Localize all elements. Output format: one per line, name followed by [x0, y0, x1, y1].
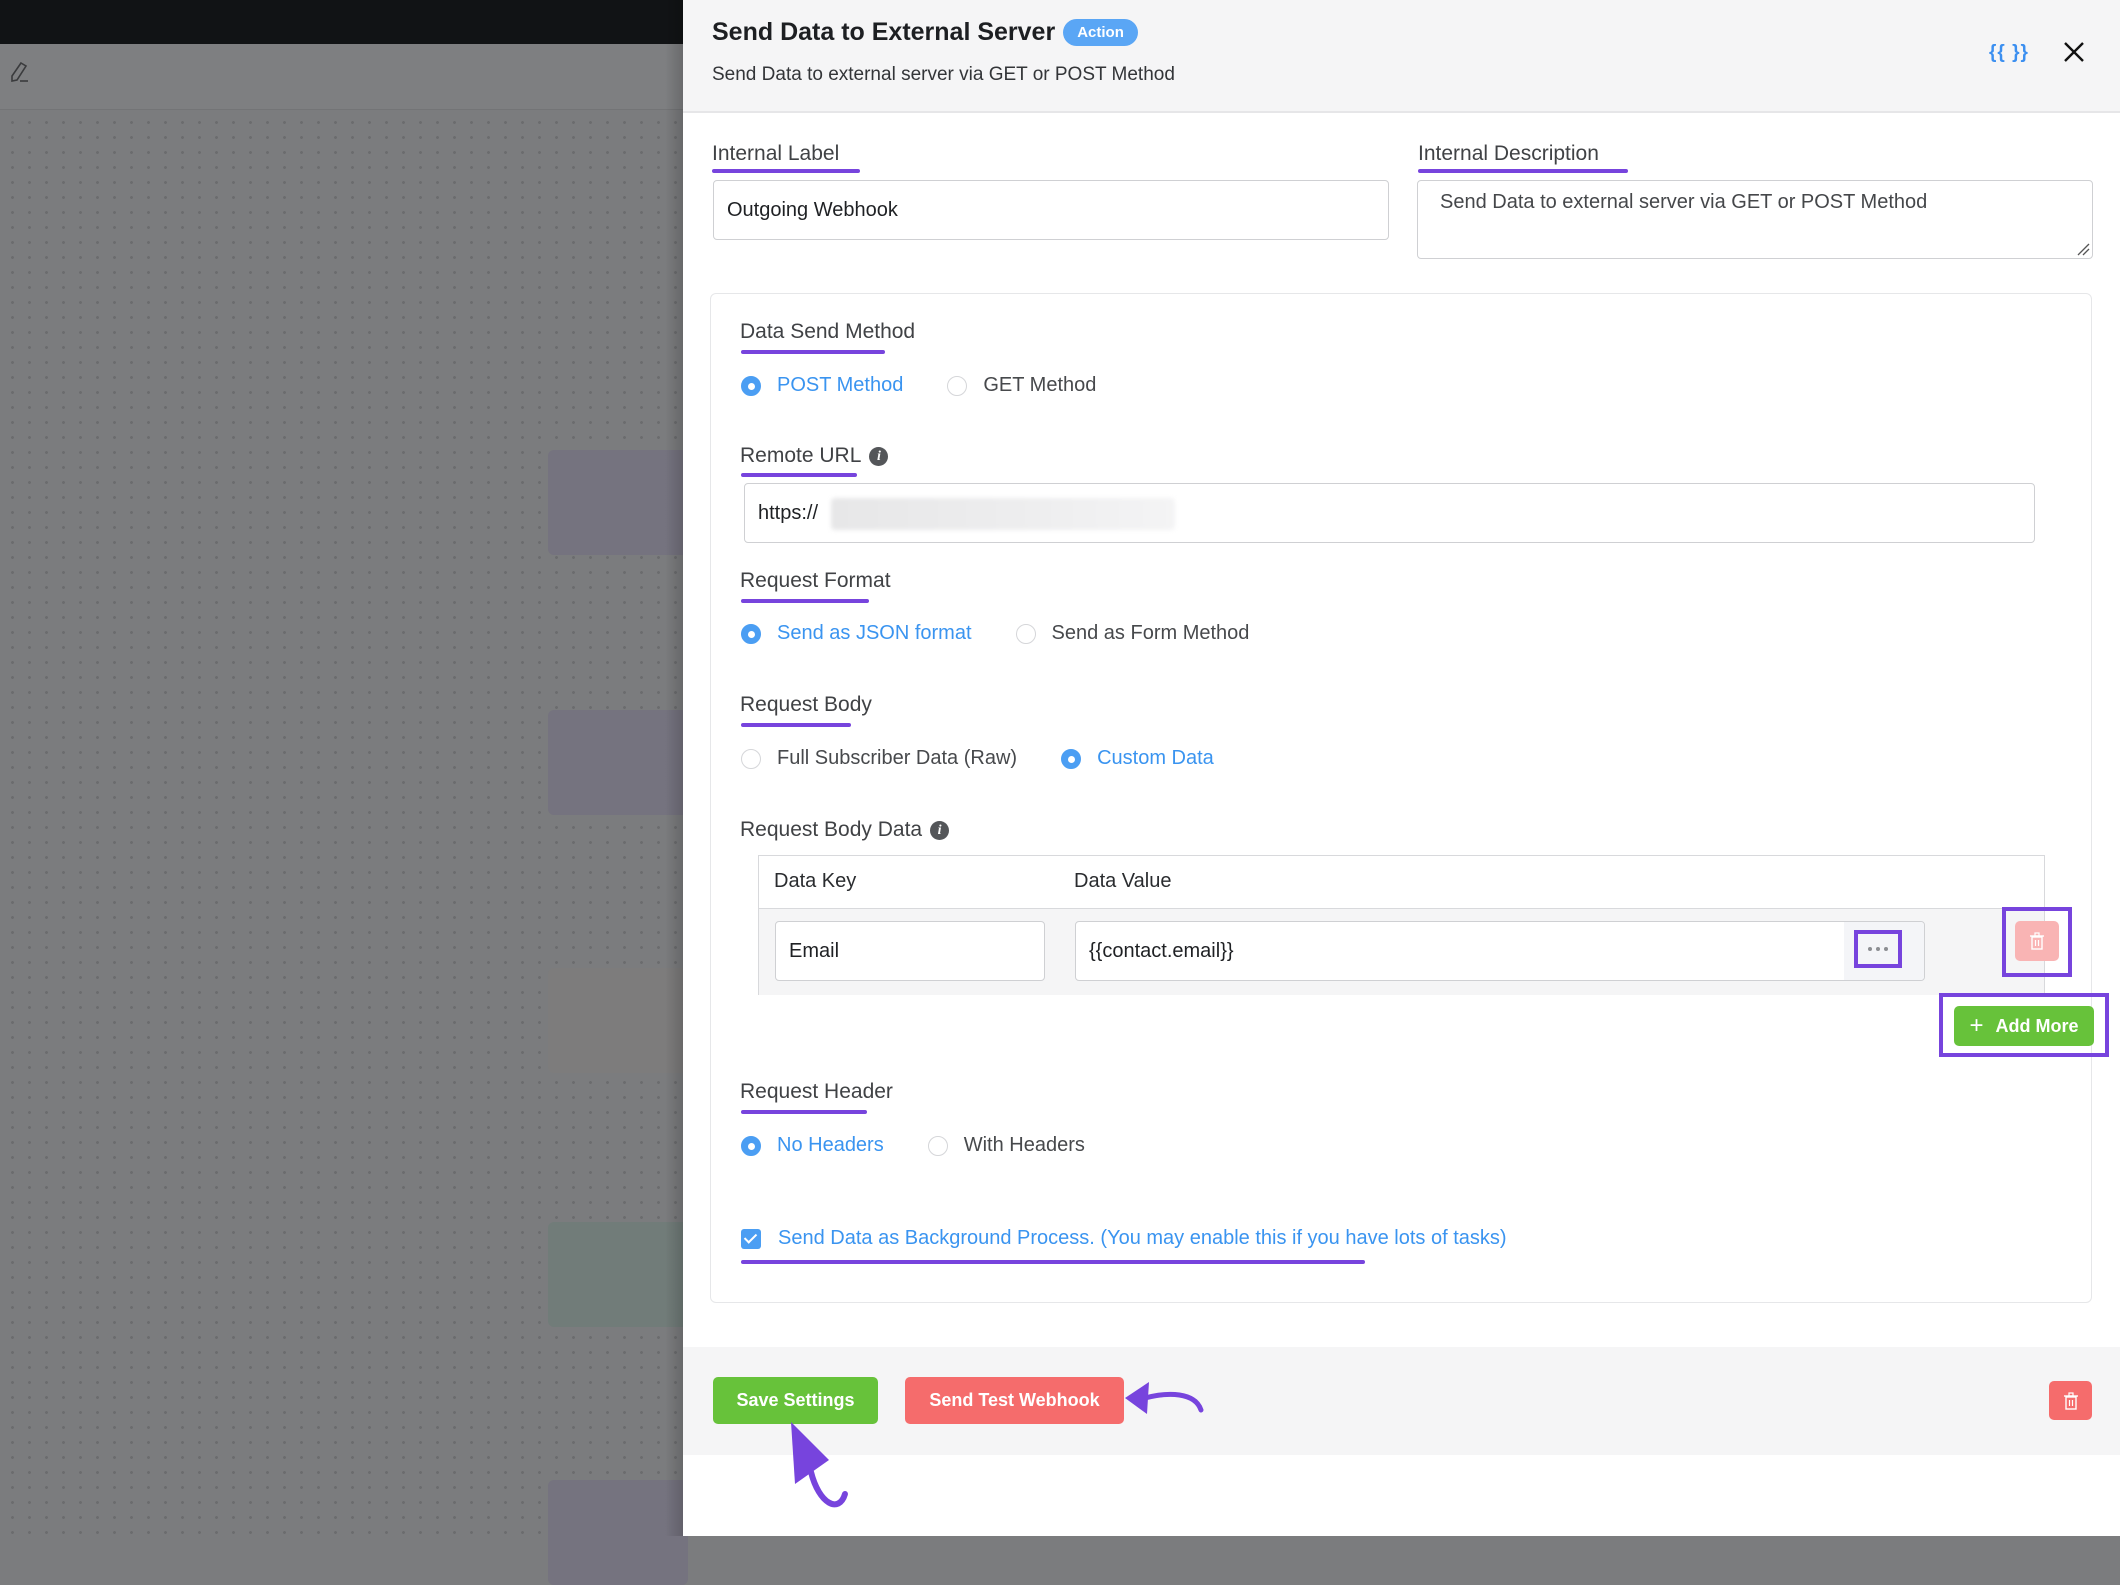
annotation-arrow-icon: [791, 1422, 848, 1508]
internal-description-textarea[interactable]: Send Data to external server via GET or …: [1417, 180, 2093, 259]
delete-action-button[interactable]: [2049, 1381, 2092, 1420]
info-icon[interactable]: i: [869, 447, 889, 466]
drawer-header: Send Data to External Server Action Send…: [683, 0, 2120, 113]
background-app: [0, 0, 688, 1585]
action-badge: Action: [1063, 19, 1138, 46]
webhook-settings-card: Data Send Method POST Method GET Method …: [710, 293, 2109, 1303]
request-header-heading: Request Header: [740, 1080, 893, 1103]
drawer-title: Send Data to External Server Action: [712, 18, 1138, 47]
blurred-url-text: [831, 498, 1175, 530]
annotation-underline: [1418, 169, 1628, 173]
radio-no-headers[interactable]: No Headers: [741, 1134, 884, 1157]
radio-full-subscriber-data[interactable]: Full Subscriber Data (Raw): [741, 747, 1017, 770]
annotation-underline: [741, 1260, 1365, 1264]
annotation-underline: [712, 169, 860, 173]
radio-custom-data[interactable]: Custom Data: [1061, 747, 1214, 770]
radio-json-format[interactable]: Send as JSON format: [741, 622, 972, 645]
plus-icon: +: [1969, 1012, 1984, 1039]
drawer-footer: Save Settings Send Test Webhook: [683, 1347, 2120, 1455]
more-dots-icon: [1868, 947, 1872, 951]
background-toolbar: [0, 44, 683, 110]
annotation-underline: [741, 723, 851, 727]
request-header-radio-group: No Headers With Headers: [741, 1134, 1129, 1157]
pencil-icon[interactable]: [8, 60, 30, 86]
background-process-checkbox[interactable]: Send Data as Background Process. (You ma…: [741, 1227, 1507, 1250]
info-icon[interactable]: i: [930, 821, 950, 840]
data-send-method-radio-group: POST Method GET Method: [741, 374, 1140, 397]
checkbox-checked-icon: [741, 1228, 761, 1249]
data-value-input[interactable]: {{contact.email}}: [1075, 921, 1925, 981]
request-body-data-table: Data Key Data Value Email {{contact.emai…: [758, 855, 2045, 995]
request-body-heading: Request Body: [740, 693, 872, 716]
radio-with-headers[interactable]: With Headers: [927, 1134, 1085, 1157]
table-row: Email {{contact.email}}: [759, 909, 2044, 995]
request-body-radio-group: Full Subscriber Data (Raw) Custom Data: [741, 747, 1258, 770]
column-header-data-value: Data Value: [1074, 870, 1172, 892]
column-header-data-key: Data Key: [774, 870, 857, 892]
drawer-subtitle: Send Data to external server via GET or …: [712, 64, 1175, 85]
radio-get-method[interactable]: GET Method: [947, 374, 1096, 397]
radio-form-method[interactable]: Send as Form Method: [1015, 622, 1249, 645]
delete-row-button[interactable]: [2015, 921, 2059, 961]
data-key-input[interactable]: Email: [775, 921, 1045, 981]
annotation-underline: [741, 599, 869, 603]
annotation-underline: [741, 473, 857, 477]
resize-handle-icon[interactable]: [2076, 242, 2090, 256]
remote-url-heading: Remote URL i: [740, 444, 889, 468]
trash-icon: [2030, 932, 2044, 950]
action-settings-drawer: Send Data to External Server Action Send…: [683, 0, 2120, 1536]
send-test-webhook-button[interactable]: Send Test Webhook: [905, 1377, 1124, 1424]
internal-label-input[interactable]: Outgoing Webhook: [713, 180, 1389, 240]
background-topbar: [0, 0, 683, 44]
radio-post-method[interactable]: POST Method: [741, 374, 903, 397]
remote-url-input[interactable]: https://: [744, 483, 2035, 543]
table-header: Data Key Data Value: [759, 856, 2044, 909]
smartcode-picker-button[interactable]: [1854, 930, 1902, 968]
close-icon[interactable]: [2060, 38, 2088, 66]
data-send-method-heading: Data Send Method: [740, 320, 916, 343]
annotation-underline: [741, 350, 885, 354]
add-more-button[interactable]: + Add More: [1954, 1006, 2094, 1046]
save-settings-button[interactable]: Save Settings: [713, 1377, 878, 1424]
request-format-heading: Request Format: [740, 569, 891, 592]
trash-icon: [2063, 1391, 2078, 1410]
annotation-underline: [741, 1110, 867, 1114]
smartcodes-icon[interactable]: {{ }}: [1989, 42, 2029, 64]
annotation-arrow-icon: [1125, 1382, 1204, 1414]
internal-description-heading: Internal Description: [1418, 142, 1599, 165]
request-format-radio-group: Send as JSON format Send as Form Method: [741, 622, 1293, 645]
request-body-data-heading: Request Body Data i: [740, 818, 950, 842]
internal-label-heading: Internal Label: [712, 142, 840, 165]
